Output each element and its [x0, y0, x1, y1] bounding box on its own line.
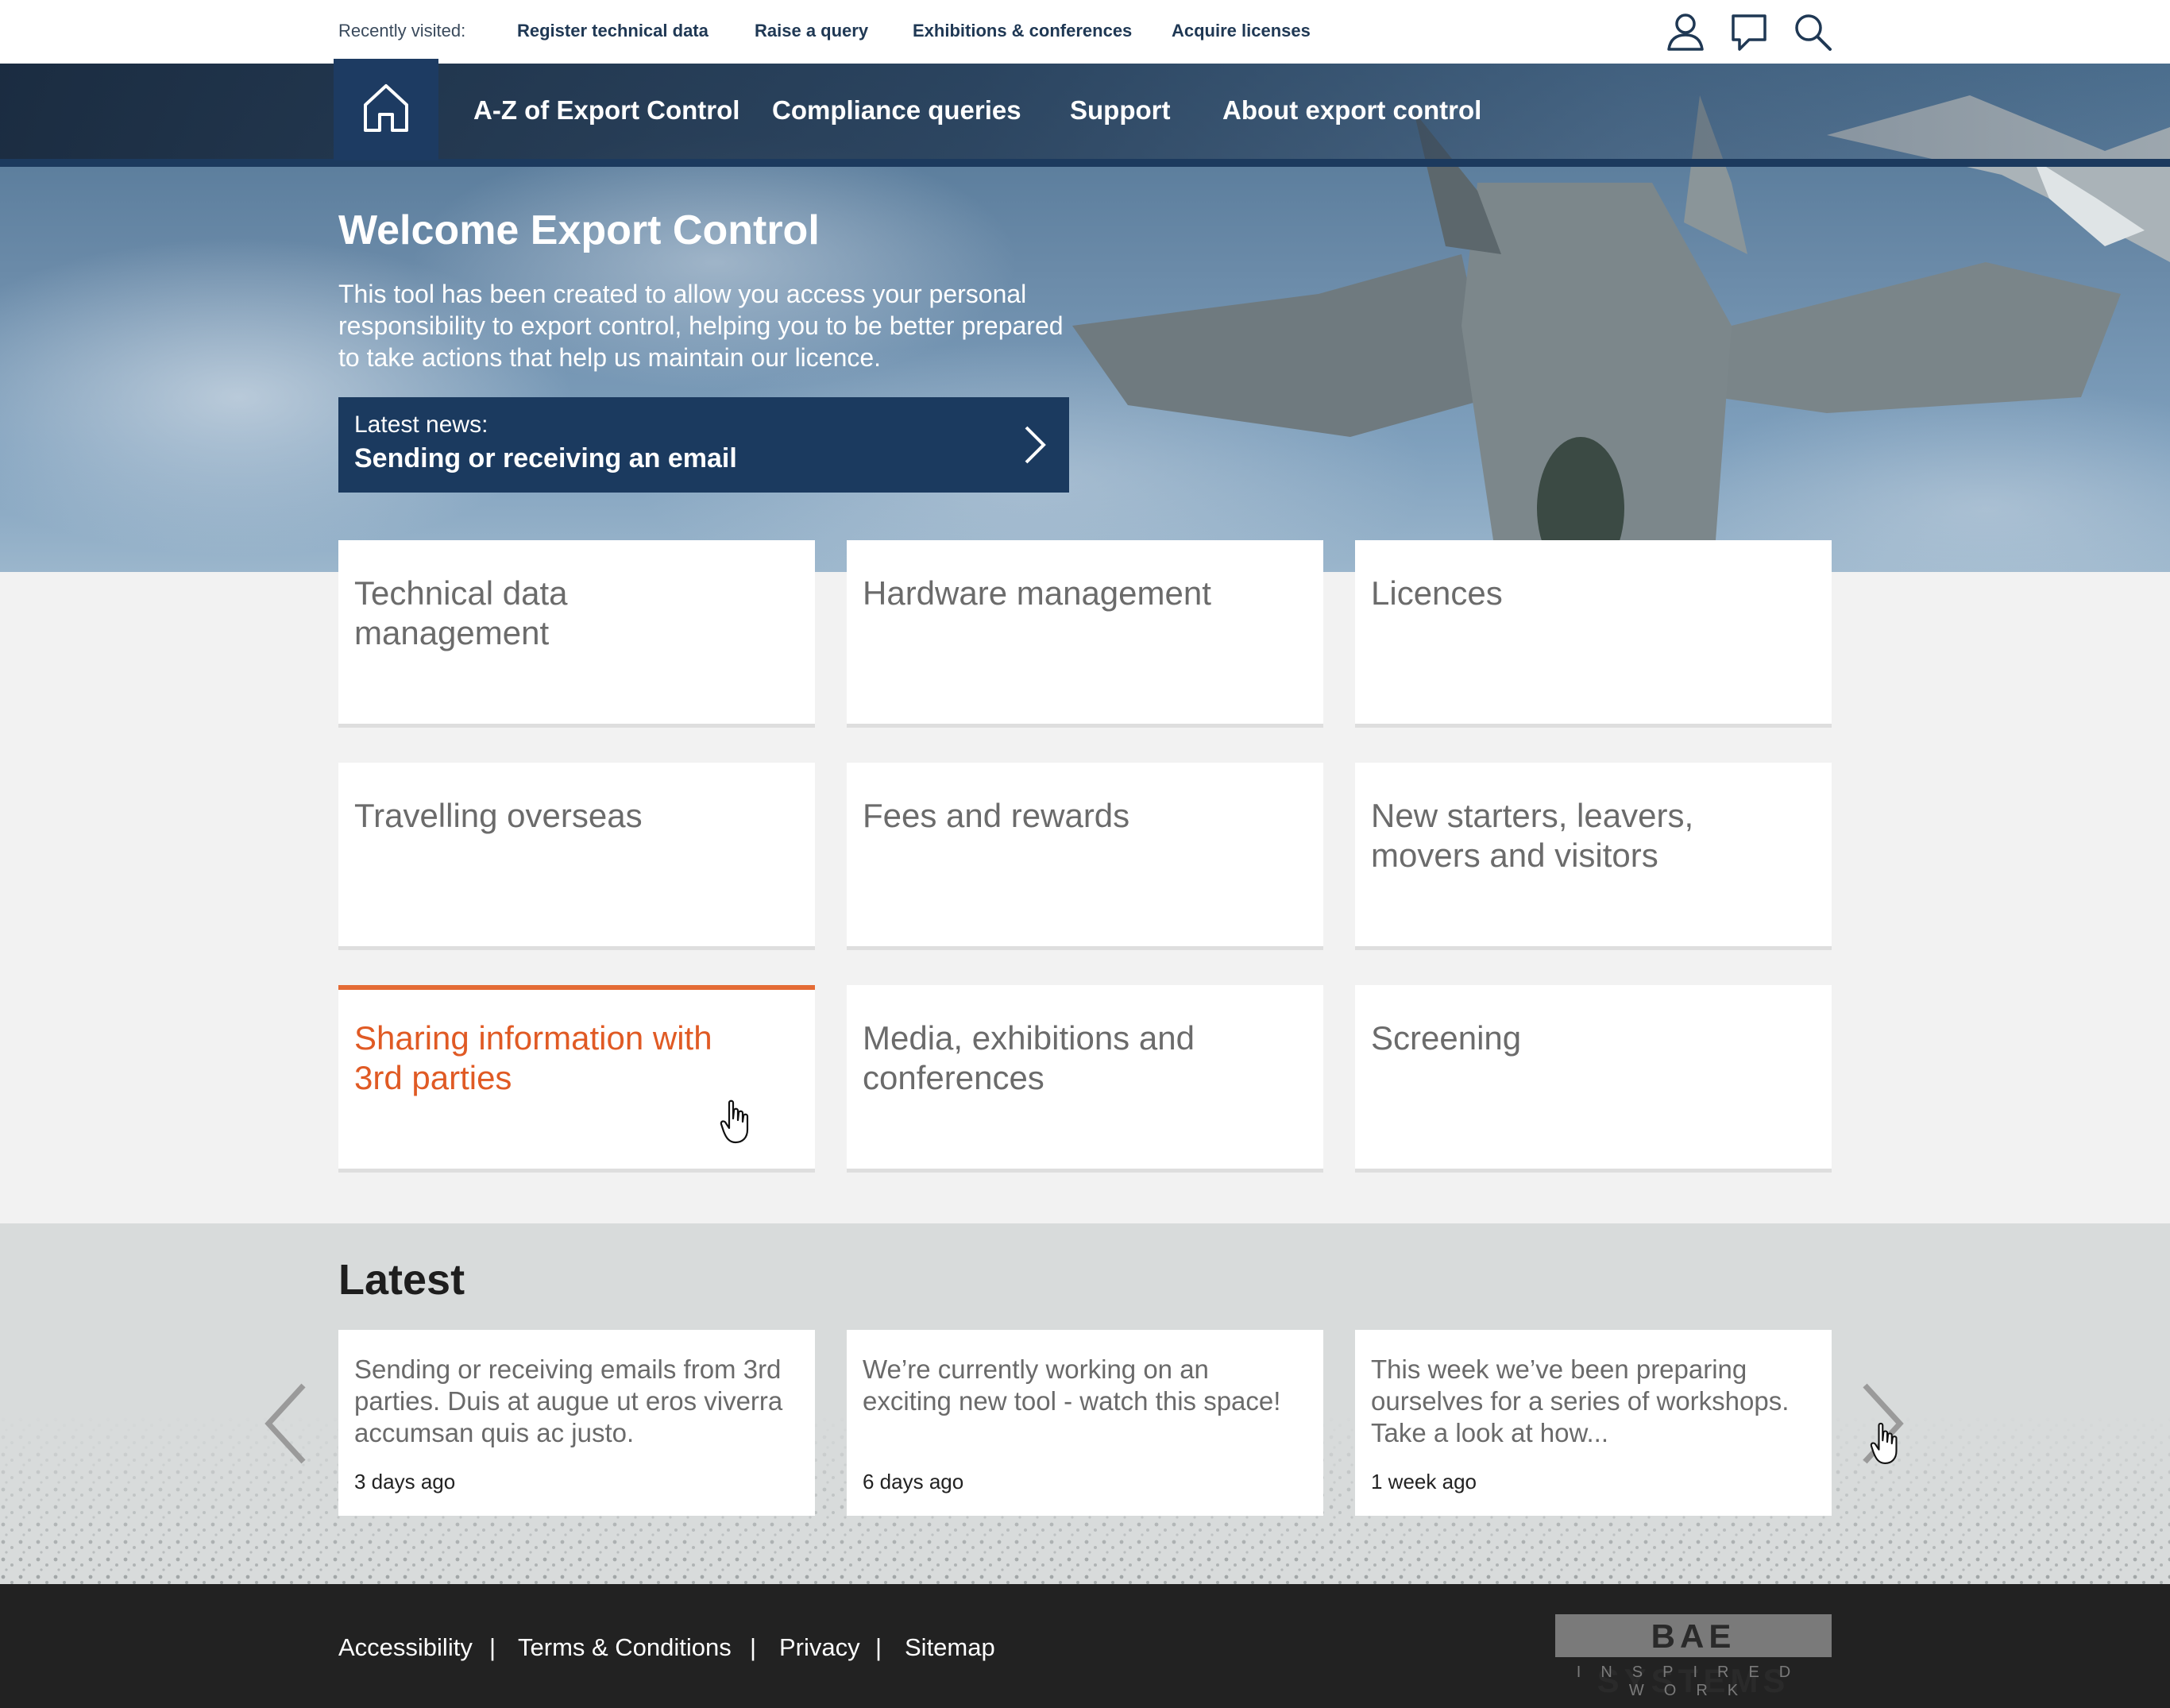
user-icon[interactable] — [1665, 11, 1706, 52]
top-utility-bar: Recently visited: Register technical dat… — [0, 0, 2170, 64]
tile-label: Fees and rewards — [863, 797, 1130, 834]
news-card-date: 6 days ago — [863, 1470, 964, 1494]
latest-section: Latest Sending or receiving emails from … — [0, 1223, 2170, 1584]
logo-wordmark: BAE SYSTEMS — [1555, 1614, 1832, 1699]
tile-label: Travelling overseas — [354, 797, 643, 834]
chevron-right-icon — [1025, 426, 1046, 464]
footer-separator: | — [489, 1633, 496, 1661]
nav-divider — [0, 159, 2170, 167]
tile-travelling-overseas[interactable]: Travelling overseas — [338, 763, 815, 950]
home-button[interactable] — [334, 59, 438, 160]
tile-screening[interactable]: Screening — [1355, 985, 1832, 1173]
recent-link-exhibitions-conferences[interactable]: Exhibitions & conferences — [913, 21, 1132, 41]
footer-link-sitemap[interactable]: Sitemap — [905, 1633, 995, 1662]
search-icon[interactable] — [1792, 11, 1833, 52]
tile-media-exhibitions-conferences[interactable]: Media, exhibitions and conferences — [847, 985, 1323, 1173]
carousel-prev-button[interactable] — [262, 1382, 310, 1465]
chat-icon[interactable] — [1728, 11, 1770, 52]
tile-new-starters-leavers[interactable]: New starters, leavers, movers and visito… — [1355, 763, 1832, 950]
nav-item-compliance-queries[interactable]: Compliance queries — [772, 95, 1021, 126]
footer-link-terms-conditions[interactable]: Terms & Conditions — [518, 1633, 732, 1662]
hand-cursor-icon — [1870, 1422, 1898, 1464]
news-card[interactable]: Sending or receiving emails from 3rd par… — [338, 1330, 815, 1516]
page-title: Welcome Export Control — [338, 207, 820, 253]
tile-label: Licences — [1371, 574, 1503, 612]
tile-label: New starters, leavers, movers and visito… — [1371, 797, 1694, 874]
recent-link-register-technical-data[interactable]: Register technical data — [517, 21, 709, 41]
recently-visited-label: Recently visited: — [338, 21, 466, 41]
nav-item-about-export-control[interactable]: About export control — [1222, 95, 1481, 126]
latest-news-banner[interactable]: Latest news: Sending or receiving an ema… — [338, 397, 1069, 493]
hero-description: This tool has been created to allow you … — [338, 280, 1064, 372]
latest-news-label: Latest news: — [354, 412, 488, 438]
tile-label: Screening — [1371, 1019, 1522, 1057]
tile-label: Hardware management — [863, 574, 1211, 612]
tile-technical-data-management[interactable]: Technical data management — [338, 540, 815, 728]
recent-link-acquire-licenses[interactable]: Acquire licenses — [1172, 21, 1311, 41]
latest-news-title: Sending or receiving an email — [354, 443, 737, 473]
tile-sharing-information[interactable]: Sharing information with 3rd parties — [338, 985, 815, 1173]
nav-item-support[interactable]: Support — [1070, 95, 1170, 126]
news-card-date: 1 week ago — [1371, 1470, 1477, 1494]
footer-link-privacy[interactable]: Privacy — [779, 1633, 860, 1662]
tile-label: Technical data management — [354, 574, 568, 651]
logo-tagline: INSPIRED WORK — [1576, 1664, 1811, 1699]
recent-link-raise-a-query[interactable]: Raise a query — [755, 21, 868, 41]
footer-link-accessibility[interactable]: Accessibility — [338, 1633, 473, 1662]
hand-cursor-icon — [720, 1099, 749, 1144]
footer-separator: | — [875, 1633, 882, 1661]
bae-systems-logo: BAE SYSTEMS INSPIRED WORK — [1555, 1614, 1832, 1699]
news-card-date: 3 days ago — [354, 1470, 456, 1494]
nav-item-a-z-export-control[interactable]: A-Z of Export Control — [473, 95, 739, 126]
news-card-text: We’re currently working on an exciting n… — [863, 1354, 1281, 1416]
tile-fees-and-rewards[interactable]: Fees and rewards — [847, 763, 1323, 950]
tile-label: Media, exhibitions and conferences — [863, 1019, 1195, 1096]
footer: Accessibility | Terms & Conditions | Pri… — [0, 1584, 2170, 1708]
news-card[interactable]: This week we’ve been preparing ourselves… — [1355, 1330, 1832, 1516]
tile-label: Sharing information with 3rd parties — [354, 1019, 712, 1096]
tile-hardware-management[interactable]: Hardware management — [847, 540, 1323, 728]
news-card-text: Sending or receiving emails from 3rd par… — [354, 1354, 783, 1447]
tile-licences[interactable]: Licences — [1355, 540, 1832, 728]
news-card-text: This week we’ve been preparing ourselves… — [1371, 1354, 1790, 1447]
footer-separator: | — [750, 1633, 757, 1661]
home-icon — [364, 84, 408, 132]
news-card[interactable]: We’re currently working on an exciting n… — [847, 1330, 1323, 1516]
latest-heading: Latest — [338, 1256, 465, 1304]
